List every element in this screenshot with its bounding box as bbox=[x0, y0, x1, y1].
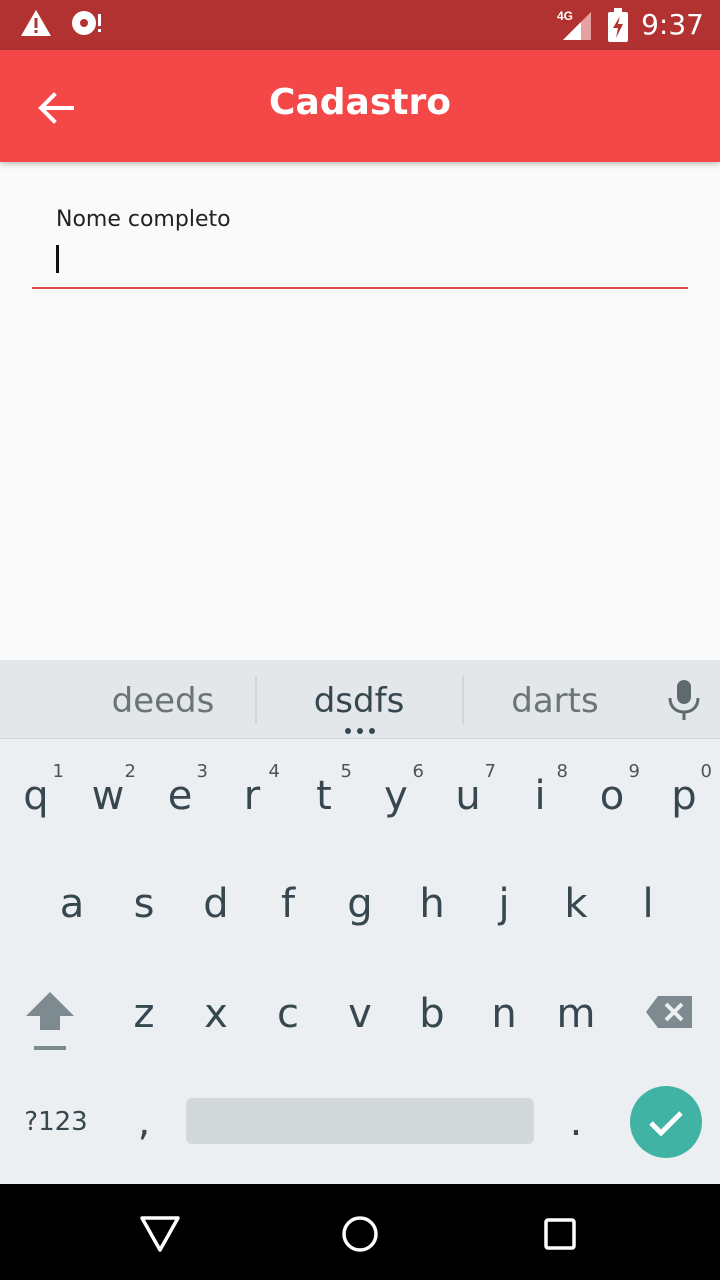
key-f[interactable]: f bbox=[252, 856, 324, 952]
key-hint: 4 bbox=[268, 761, 280, 782]
key-t[interactable]: t5 bbox=[288, 748, 360, 844]
home-circle-icon[interactable] bbox=[338, 1212, 382, 1256]
battery-charging-icon bbox=[608, 8, 629, 42]
key-j[interactable]: j bbox=[468, 856, 540, 952]
key-label: q bbox=[23, 773, 49, 819]
key-b[interactable]: b bbox=[396, 966, 468, 1062]
disc-icon bbox=[72, 11, 101, 35]
text-cursor bbox=[56, 245, 59, 273]
name-field-label: Nome completo bbox=[56, 207, 231, 232]
key-c[interactable]: c bbox=[252, 966, 324, 1062]
warning-icon bbox=[21, 10, 51, 36]
key-hint: 5 bbox=[340, 761, 352, 782]
key-h[interactable]: h bbox=[396, 856, 468, 952]
spacebar[interactable] bbox=[186, 1098, 534, 1144]
key-hint: 1 bbox=[52, 761, 64, 782]
key-e[interactable]: e3 bbox=[144, 748, 216, 844]
key-i[interactable]: i8 bbox=[504, 748, 576, 844]
key-hint: 3 bbox=[196, 761, 208, 782]
backspace-icon[interactable] bbox=[644, 994, 694, 1030]
suggestion-strip: deeds dsdfs darts bbox=[0, 660, 720, 739]
key-label: p bbox=[671, 773, 697, 819]
key-d[interactable]: d bbox=[180, 856, 252, 952]
key-label: t bbox=[316, 773, 332, 819]
checkmark-icon bbox=[649, 1111, 683, 1137]
key-hint: 9 bbox=[628, 761, 640, 782]
app-bar: Cadastro bbox=[0, 50, 720, 162]
key-hint: 2 bbox=[124, 761, 136, 782]
key-g[interactable]: g bbox=[324, 856, 396, 952]
key-label: i bbox=[534, 773, 546, 819]
key-w[interactable]: w2 bbox=[72, 748, 144, 844]
key-x[interactable]: x bbox=[180, 966, 252, 1062]
key-y[interactable]: y6 bbox=[360, 748, 432, 844]
status-bar: 4G 9:37 bbox=[0, 0, 720, 50]
key-m[interactable]: m bbox=[540, 966, 612, 1062]
key-label: u bbox=[455, 773, 481, 819]
key-p[interactable]: p0 bbox=[648, 748, 720, 844]
key-hint: 6 bbox=[412, 761, 424, 782]
key-n[interactable]: n bbox=[468, 966, 540, 1062]
back-triangle-icon[interactable] bbox=[138, 1212, 182, 1256]
key-z[interactable]: z bbox=[108, 966, 180, 1062]
key-u[interactable]: u7 bbox=[432, 748, 504, 844]
key-v[interactable]: v bbox=[324, 966, 396, 1062]
key-o[interactable]: o9 bbox=[576, 748, 648, 844]
key-label: w bbox=[91, 773, 125, 819]
key-hint: 7 bbox=[484, 761, 496, 782]
key-hint: 8 bbox=[556, 761, 568, 782]
key-s[interactable]: s bbox=[108, 856, 180, 952]
symbols-key[interactable]: ?123 bbox=[12, 1074, 100, 1170]
key-label: y bbox=[384, 773, 408, 819]
key-label: r bbox=[243, 773, 261, 819]
page-title: Cadastro bbox=[269, 82, 451, 123]
key-q[interactable]: q1 bbox=[0, 748, 72, 844]
key-a[interactable]: a bbox=[36, 856, 108, 952]
key-hint: 0 bbox=[700, 761, 712, 782]
status-time: 9:37 bbox=[641, 8, 704, 41]
key-l[interactable]: l bbox=[612, 856, 684, 952]
full-name-input[interactable] bbox=[32, 235, 688, 289]
more-suggestions-icon[interactable] bbox=[344, 728, 376, 734]
enter-button[interactable] bbox=[630, 1086, 702, 1158]
suggestion-left[interactable]: deeds bbox=[60, 660, 266, 738]
suggestion-center[interactable]: dsdfs bbox=[256, 660, 462, 738]
soft-keyboard: deeds dsdfs darts q1 w2 e3 r4 t5 y6 u7 i… bbox=[0, 660, 720, 1184]
system-nav-bar bbox=[0, 1184, 720, 1280]
microphone-icon[interactable] bbox=[666, 680, 702, 720]
key-k[interactable]: k bbox=[540, 856, 612, 952]
key-label: o bbox=[599, 773, 625, 819]
network-type-label: 4G bbox=[557, 9, 573, 23]
comma-key[interactable]: , bbox=[108, 1074, 180, 1170]
key-label: e bbox=[167, 773, 193, 819]
signal-icon: 4G bbox=[557, 9, 592, 40]
recents-square-icon[interactable] bbox=[538, 1212, 582, 1256]
key-r[interactable]: r4 bbox=[216, 748, 288, 844]
shift-icon[interactable] bbox=[24, 990, 76, 1052]
suggestion-right[interactable]: darts bbox=[452, 660, 658, 738]
period-key[interactable]: . bbox=[540, 1074, 612, 1170]
